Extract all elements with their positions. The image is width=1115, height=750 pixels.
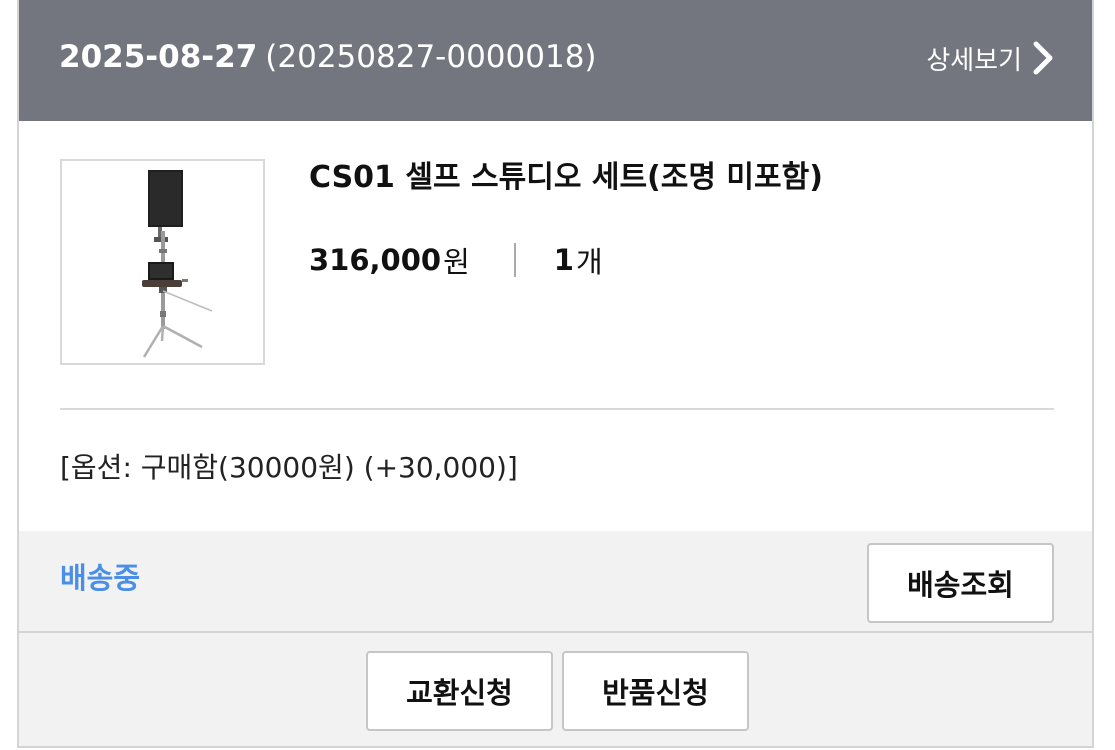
view-details-link[interactable]: 상세보기 (926, 38, 1054, 78)
product-quantity: 1 (553, 243, 574, 277)
order-number: (20250827-0000018) (265, 39, 597, 75)
separator (513, 243, 516, 277)
order-actions-bar: 교환신청 반품신청 (19, 633, 1092, 746)
exchange-request-button[interactable]: 교환신청 (366, 651, 553, 731)
quantity-unit: 개 (575, 245, 603, 279)
product-price: 316,000 (309, 243, 442, 277)
order-date: 2025-08-27 (59, 39, 258, 75)
shipping-status-bar: 배송중 배송조회 (19, 531, 1092, 633)
order-date-line: 2025-08-27 (20250827-0000018) (59, 37, 597, 77)
chevron-right-icon (1032, 40, 1054, 76)
track-shipment-button[interactable]: 배송조회 (867, 543, 1054, 623)
view-details-label: 상세보기 (926, 45, 1022, 76)
order-header: 2025-08-27 (20250827-0000018) 상세보기 (19, 0, 1092, 121)
price-quantity-row: 316,000 원 1 개 (309, 240, 603, 280)
divider (60, 408, 1054, 410)
studio-stand-image (142, 170, 213, 358)
price-unit: 원 (443, 245, 470, 279)
product-option: [옵션: 구매함(30000원) (+30,000)] (60, 451, 518, 484)
shipping-status: 배송중 (60, 561, 141, 595)
order-card: 2025-08-27 (20250827-0000018) 상세보기 CS01 … (17, 0, 1094, 748)
return-request-button[interactable]: 반품신청 (562, 651, 749, 731)
product-thumbnail[interactable] (60, 159, 265, 365)
product-name[interactable]: CS01 셀프 스튜디오 세트(조명 미포함) (309, 158, 823, 198)
